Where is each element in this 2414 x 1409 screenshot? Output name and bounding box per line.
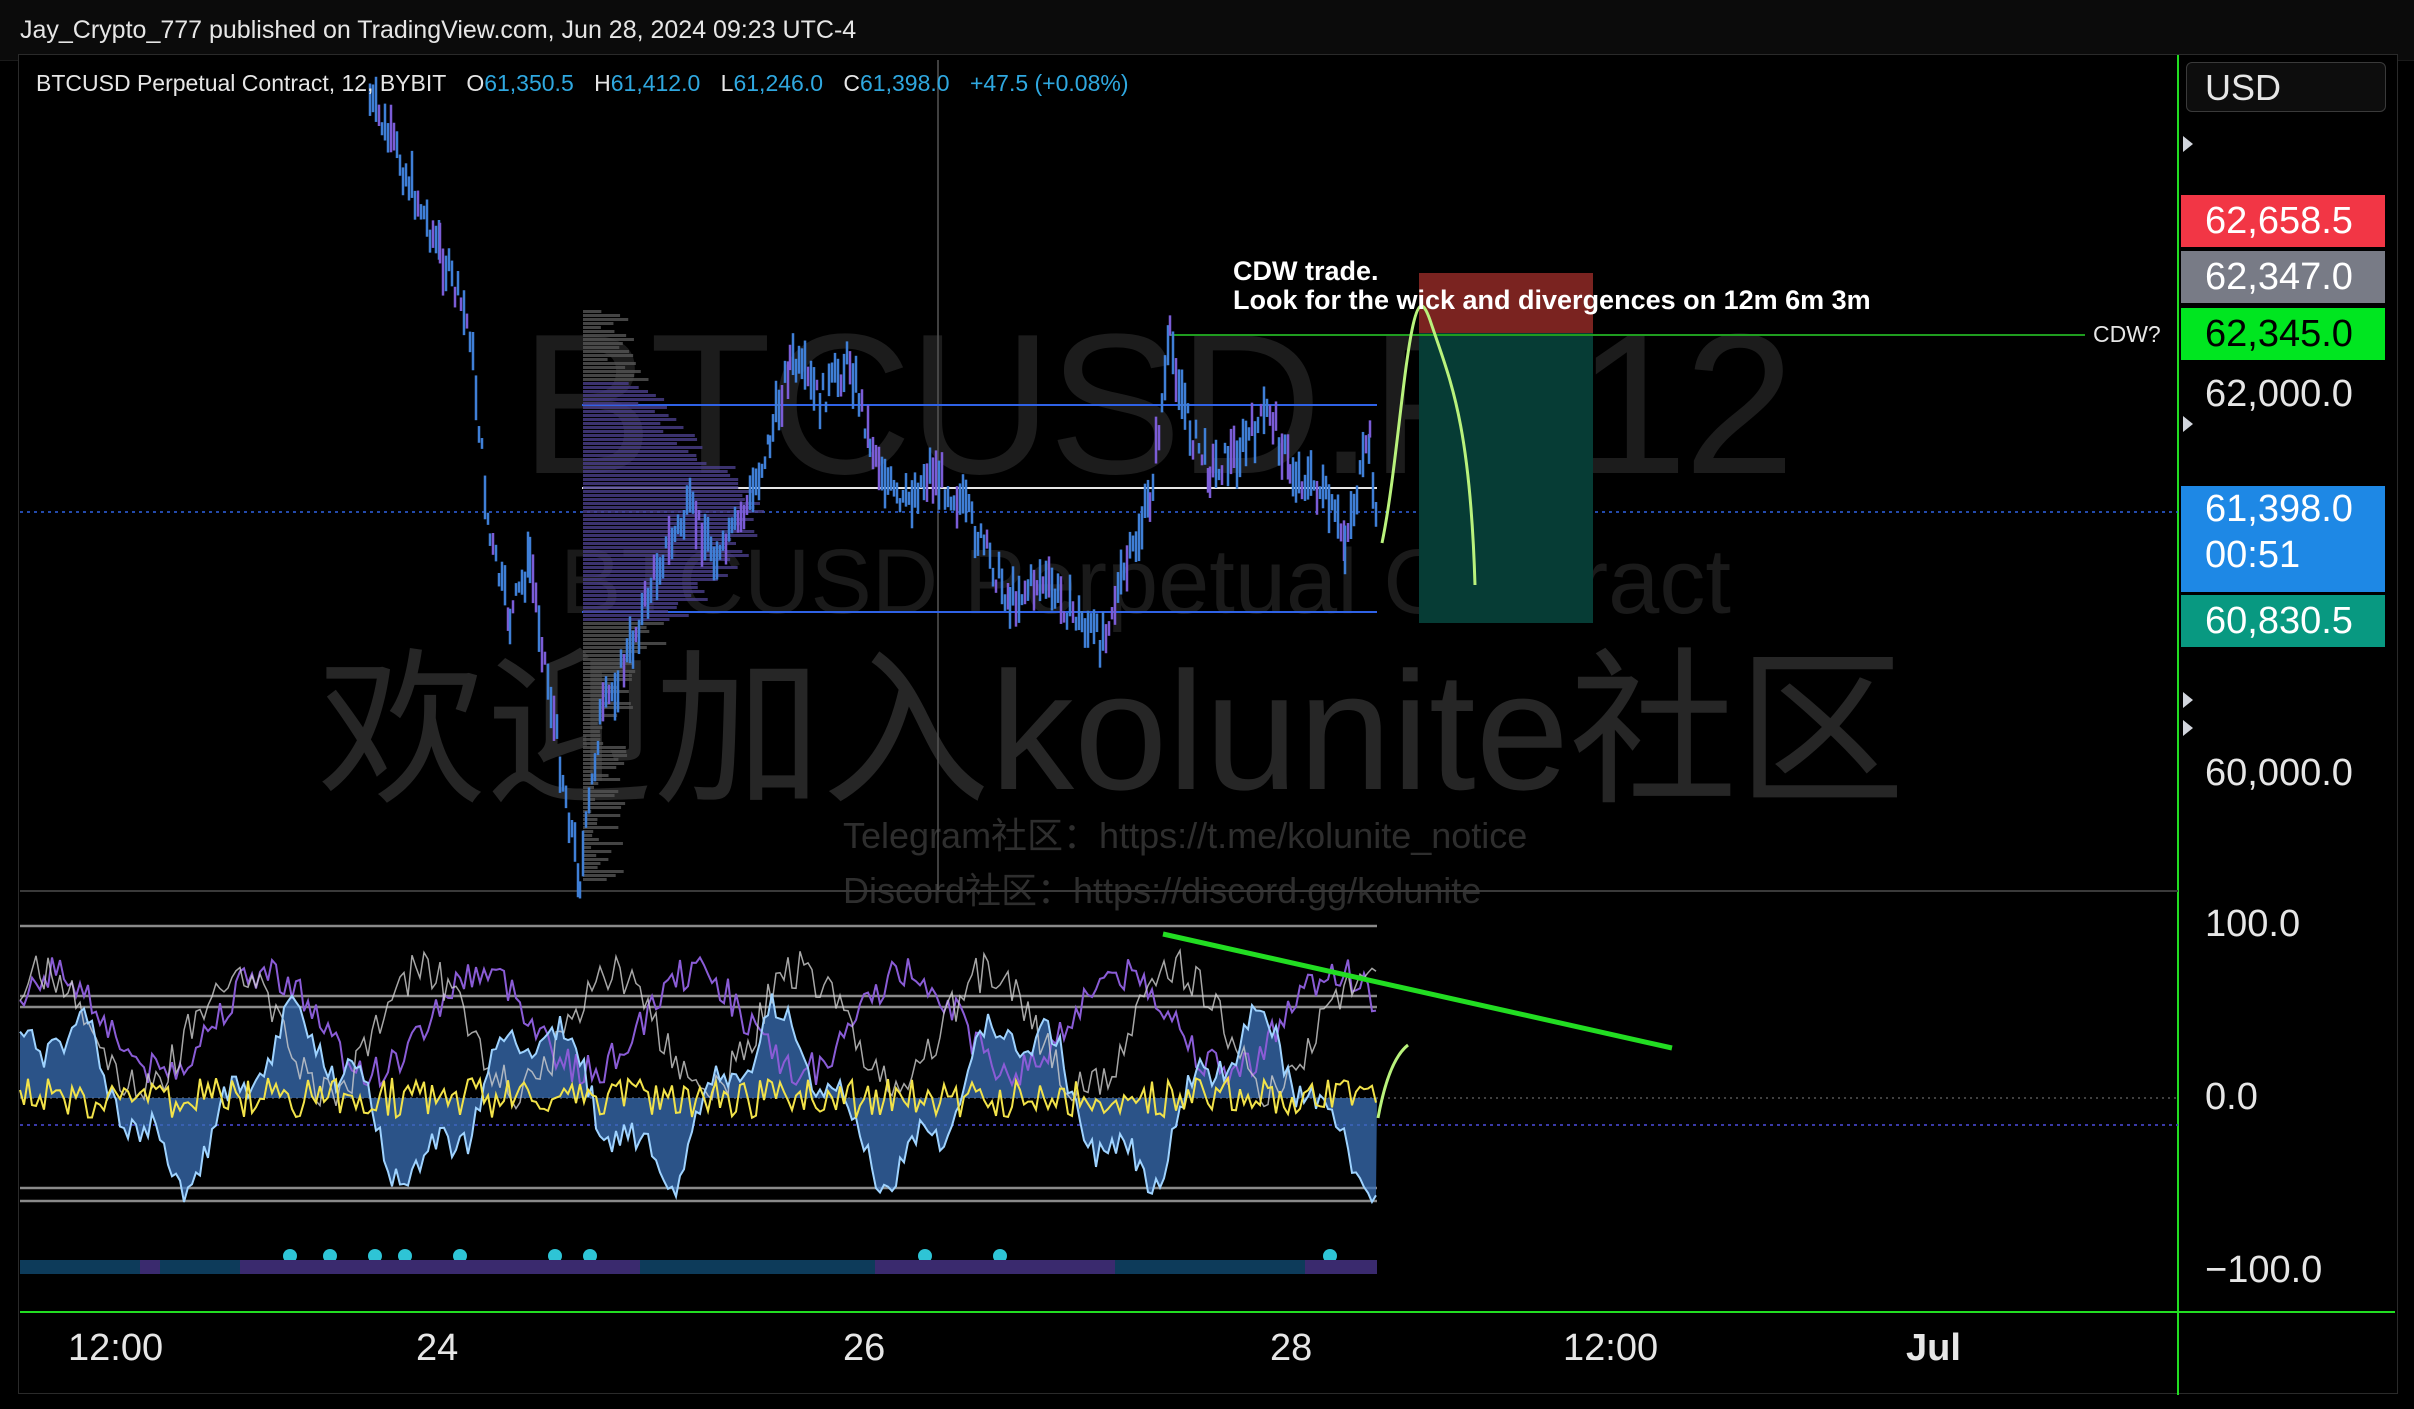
currency-button[interactable]: USD (2186, 62, 2386, 112)
chart-canvas[interactable] (0, 0, 2414, 1409)
volume-profile (583, 310, 765, 881)
low-value: 61,246.0 (733, 70, 823, 96)
price-tag-stop[interactable]: 62,658.5 (2181, 195, 2385, 247)
high-value: 61,412.0 (610, 70, 701, 96)
price-axis-label-62000: 62,000.0 (2205, 373, 2353, 415)
price-tag-last[interactable]: 61,398.0 00:51 (2181, 486, 2385, 592)
time-label-1200-b: 12:00 (1563, 1327, 1659, 1369)
open-value: 61,350.5 (484, 70, 574, 96)
close-value: 61,398.0 (860, 70, 950, 96)
time-label-24: 24 (416, 1327, 459, 1369)
time-label-26: 26 (843, 1327, 886, 1369)
annotation-line-2: Look for the wick and divergences on 12m… (1233, 285, 1871, 315)
indicator-axis-label-minus100: −100.0 (2205, 1249, 2323, 1291)
oscillator-series (19, 948, 1377, 1263)
take-profit-zone[interactable] (1419, 333, 1593, 623)
divergence-line[interactable] (1162, 931, 1673, 1051)
price-tag-target[interactable]: 60,830.5 (2181, 595, 2385, 647)
open-label: O (466, 70, 485, 96)
price-axis-label-60000: 60,000.0 (2205, 752, 2353, 794)
low-label: L (720, 70, 734, 96)
price-tag-cursor[interactable]: 62,347.0 (2181, 251, 2385, 303)
high-label: H (594, 70, 611, 96)
symbol-legend[interactable]: BTCUSD Perpetual Contract, 12, BYBIT O61… (36, 70, 1129, 97)
trade-annotation[interactable]: CDW trade. Look for the wick and diverge… (1233, 257, 1871, 315)
symbol-name[interactable]: BTCUSD Perpetual Contract, 12, BYBIT (36, 70, 446, 96)
close-label: C (843, 70, 861, 96)
indicator-axis-label-0: 0.0 (2205, 1076, 2258, 1118)
oscillator-state-bar (20, 1260, 1377, 1274)
bar-countdown: 00:51 (2205, 534, 2301, 576)
last-price-value: 61,398.0 (2205, 488, 2353, 530)
annotation-line-1: CDW trade. (1233, 256, 1379, 286)
time-label-jul: Jul (1906, 1327, 1961, 1369)
time-label-1200-a: 12:00 (68, 1327, 164, 1369)
cdw-label: CDW? (2093, 321, 2161, 347)
price-tag-cdw[interactable]: 62,345.0 (2181, 308, 2385, 360)
oscillator-bands (20, 924, 1377, 1203)
time-label-28: 28 (1270, 1327, 1313, 1369)
change-value: +47.5 (+0.08%) (969, 70, 1129, 96)
oscillator-forecast-path[interactable] (1376, 1043, 1409, 1119)
indicator-axis-label-100: 100.0 (2205, 903, 2301, 945)
